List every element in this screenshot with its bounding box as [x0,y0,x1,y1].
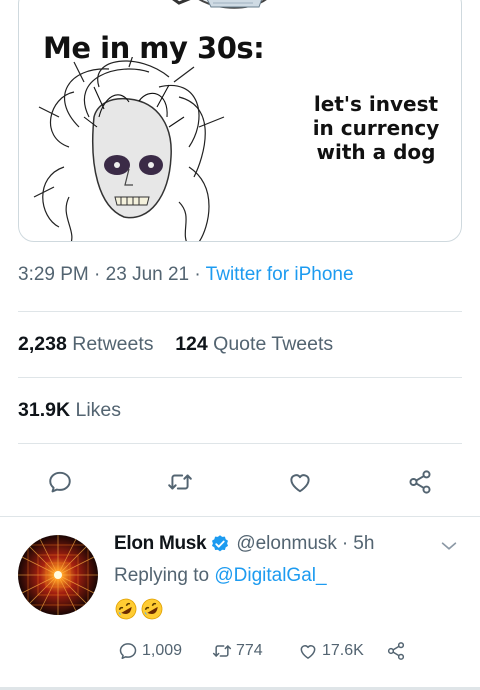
rofl-emoji-icon [115,598,137,620]
reply-button[interactable] [40,462,80,502]
meme-caption-line: let's invest [313,92,439,116]
tweet-media-image[interactable]: Me in my 30s: let's invest in currency w… [18,0,462,242]
avatar[interactable] [18,535,98,615]
meme-caption-line: with a dog [316,140,436,164]
reply-reply-button[interactable]: 1,009 [118,641,182,661]
tweet-action-bar [0,462,480,502]
reply-text [114,597,164,623]
divider [18,311,462,312]
chevron-down-icon [441,542,457,550]
reply-header: Elon Musk @elonmusk · 5h [114,533,374,555]
quote-tweets-count: 124 [175,333,208,355]
more-options-button[interactable] [438,535,460,562]
header-separator: · [341,533,349,554]
author-name[interactable]: Elon Musk [114,533,207,555]
retweets-label: Retweets [72,333,154,355]
share-icon [409,470,431,494]
reply-share-button[interactable] [386,641,406,661]
author-handle[interactable]: @elonmusk [236,533,337,555]
reply-count: 1,009 [142,642,183,659]
reply-icon [49,471,71,493]
retweets-link[interactable]: 2,238 Retweets [18,333,154,355]
retweet-count: 774 [236,642,263,659]
retweets-count: 2,238 [18,333,67,355]
retweet-button[interactable] [160,462,200,502]
meme-caption-line: in currency [312,116,440,140]
tweet-source-link[interactable]: Twitter for iPhone [206,264,354,285]
replying-to-line: Replying to @DigitalGal_ [114,565,327,587]
quote-tweets-link[interactable]: 124 Quote Tweets [175,333,333,355]
retweet-icon [168,474,192,490]
divider [18,443,462,444]
share-icon [387,642,405,660]
meme-top-drawing [172,0,267,9]
reply-icon [119,643,137,659]
meme-wojak-face [33,57,225,241]
like-button[interactable] [280,462,320,502]
tweet-date[interactable]: 23 Jun 21 [106,264,189,285]
verified-badge-icon [210,534,230,554]
reply-tweet[interactable]: Elon Musk @elonmusk · 5h Replying to @Di… [0,517,480,690]
replying-to-mention[interactable]: @DigitalGal_ [214,565,326,586]
tweet-timestamp: 3:29 PM · 23 Jun 21 · Twitter for iPhone [18,264,354,286]
share-button[interactable] [400,462,440,502]
tweet-time[interactable]: 3:29 PM [18,264,89,285]
like-icon [290,474,310,493]
likes-stats[interactable]: 31.9K Likes [18,399,121,422]
likes-count: 31.9K [18,399,71,421]
reply-retweet-button[interactable]: 774 [212,641,263,661]
meta-separator: · [94,264,101,285]
divider [18,377,462,378]
rofl-emoji-icon [141,598,163,620]
like-icon [300,645,316,659]
reply-like-button[interactable]: 17.6K [298,641,364,661]
avatar-image [18,535,98,615]
like-count: 17.6K [322,642,364,659]
likes-label: Likes [75,399,121,421]
retweet-stats: 2,238 Retweets 124 Quote Tweets [18,333,333,356]
quote-tweets-label: Quote Tweets [213,333,334,355]
meta-separator: · [194,264,201,285]
replying-to-label: Replying to [114,565,210,586]
reply-age[interactable]: 5h [353,533,374,555]
retweet-icon [212,645,232,657]
meme-caption: let's invest in currency with a dog [301,92,451,164]
